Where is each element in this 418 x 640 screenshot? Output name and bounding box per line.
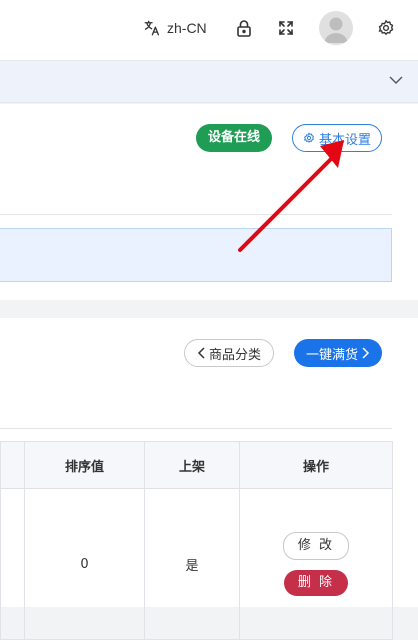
table-row: 0 是 修 改 删 除 <box>0 488 393 640</box>
actions-cell: 修 改 删 除 <box>239 488 393 640</box>
top-bar <box>0 0 418 61</box>
category-label: 商品分类 <box>209 347 262 363</box>
collapse-bar[interactable] <box>0 62 418 103</box>
status-badge: 设备在线 <box>196 124 273 152</box>
table-header-row: 排序值 上架 操作 <box>0 441 393 489</box>
fullscreen-icon[interactable] <box>276 18 296 38</box>
table-header-actions: 操作 <box>239 441 393 489</box>
translate-icon <box>143 19 161 37</box>
table-header-listed: 上架 <box>144 441 240 489</box>
chevron-right-icon <box>360 347 370 359</box>
divider <box>0 214 392 215</box>
listed-cell: 是 <box>144 488 240 640</box>
language-switcher[interactable]: zh-CN <box>143 16 207 40</box>
delete-button[interactable]: 删 除 <box>283 570 349 596</box>
gear-icon[interactable] <box>376 18 396 38</box>
restock-label: 一键满货 <box>306 347 359 363</box>
chevron-down-icon[interactable] <box>388 72 408 92</box>
chevron-left-icon <box>197 347 207 359</box>
language-label: zh-CN <box>167 20 207 36</box>
divider <box>0 428 392 429</box>
info-panel <box>0 228 392 282</box>
table-header-cell <box>0 441 25 489</box>
sort-value-cell: 0 <box>24 488 145 640</box>
category-button[interactable]: 商品分类 <box>184 339 275 367</box>
goods-table: 排序值 上架 操作 0 是 修 改 删 除 <box>0 441 393 640</box>
gear-icon <box>303 132 315 144</box>
table-cell <box>0 488 25 640</box>
basic-settings-button[interactable]: 基本设置 <box>292 124 383 152</box>
lock-icon[interactable] <box>234 18 254 38</box>
restock-button[interactable]: 一键满货 <box>294 339 383 367</box>
avatar[interactable] <box>319 11 353 45</box>
table-header-sort: 排序值 <box>24 441 145 489</box>
edit-button[interactable]: 修 改 <box>282 532 350 560</box>
basic-settings-label: 基本设置 <box>319 132 372 148</box>
